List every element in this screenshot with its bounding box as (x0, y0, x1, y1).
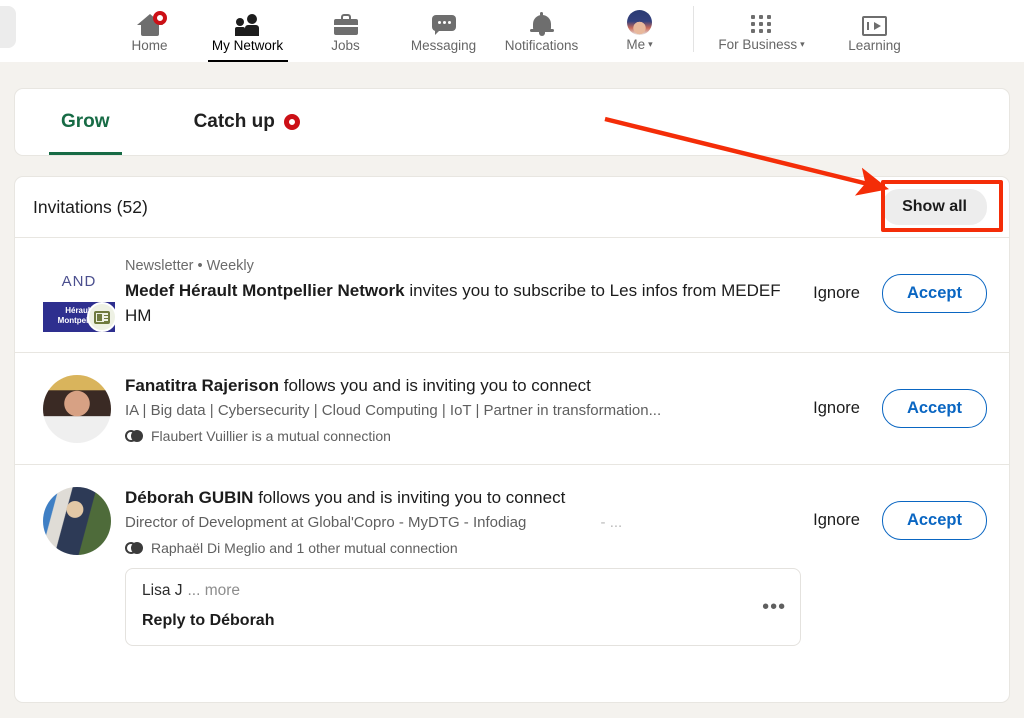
invitation-actions: Ignore Accept (811, 373, 987, 428)
nav-item-learning[interactable]: Learning (826, 0, 924, 62)
nav-label-me: Me (626, 37, 646, 52)
invitation-message: follows you and is inviting you to conne… (279, 376, 591, 395)
home-notification-badge (152, 11, 167, 25)
reply-more-link[interactable]: ... more (188, 582, 241, 599)
mutual-connections-label: Flaubert Vuillier is a mutual connection (151, 428, 391, 444)
network-icon (234, 10, 261, 36)
nav-label-for-business: For Business (718, 37, 798, 52)
mutual-connections: Flaubert Vuillier is a mutual connection (125, 428, 801, 444)
ignore-button[interactable]: Ignore (811, 278, 862, 309)
invitation-content: Fanatitra Rajerison follows you and is i… (125, 373, 811, 444)
invitation-actions: Ignore Accept (811, 485, 987, 540)
invitations-header: Invitations (52) Show all (15, 177, 1009, 238)
invitation-actions: Ignore Accept (811, 258, 987, 313)
inviter-name[interactable]: Fanatitra Rajerison (125, 376, 279, 395)
invitation-content: Newsletter • Weekly Medef Hérault Montpe… (125, 258, 811, 328)
briefcase-icon (333, 10, 358, 36)
nav-item-home[interactable]: Home (101, 0, 199, 62)
nav-item-notifications[interactable]: Notifications (493, 0, 591, 62)
reply-author-row: Lisa J ... more (142, 582, 784, 600)
reply-overflow-menu-icon[interactable]: ••• (762, 597, 786, 617)
inviter-headline: Director of Development at Global'Copro … (125, 512, 801, 533)
invitations-title: Invitations (52) (33, 196, 148, 217)
nav-label-home: Home (131, 38, 168, 53)
reply-prompt[interactable]: Reply to Déborah (142, 612, 784, 630)
invitation-headline: Fanatitra Rajerison follows you and is i… (125, 373, 801, 398)
nav-item-messaging[interactable]: Messaging (395, 0, 493, 62)
invitation-headline: Medef Hérault Montpellier Network invite… (125, 278, 801, 328)
tab-grow[interactable]: Grow (49, 89, 122, 155)
nav-label-messaging: Messaging (410, 38, 477, 53)
profile-avatar[interactable] (43, 485, 125, 555)
mutual-connections-label: Raphaël Di Meglio and 1 other mutual con… (151, 540, 458, 556)
tab-grow-label: Grow (61, 111, 110, 132)
chevron-down-icon: ▾ (648, 39, 653, 49)
nav-item-jobs[interactable]: Jobs (297, 0, 395, 62)
invitation-headline: Déborah GUBIN follows you and is invitin… (125, 485, 801, 510)
nav-label-jobs: Jobs (331, 38, 360, 53)
learning-icon (862, 10, 887, 36)
nav-item-me[interactable]: Me ▾ (591, 0, 689, 62)
nav-label-learning: Learning (848, 38, 901, 53)
invitation-row-deborah: Déborah GUBIN follows you and is invitin… (15, 465, 1009, 666)
nav-item-my-network[interactable]: My Network (199, 0, 297, 62)
invitations-card: Invitations (52) Show all AND Hérault Mo… (14, 176, 1010, 703)
newsletter-icon (87, 302, 117, 332)
network-tabs: Grow Catch up (15, 89, 1009, 155)
inviter-headline-suffix: - ... (600, 514, 623, 531)
bell-icon (529, 10, 554, 36)
profile-avatar[interactable] (43, 373, 125, 443)
tab-catch-up-label: Catch up (193, 111, 275, 132)
newsletter-name[interactable]: Medef Hérault Montpellier Network (125, 281, 405, 300)
reply-box[interactable]: Lisa J ... more Reply to Déborah ••• (125, 568, 802, 646)
ignore-button[interactable]: Ignore (811, 505, 862, 536)
mutual-connections: Raphaël Di Meglio and 1 other mutual con… (125, 540, 801, 556)
newsletter-avatar[interactable]: AND Hérault Montpellier (43, 258, 125, 332)
reply-author: Lisa J (142, 582, 183, 599)
show-all-button[interactable]: Show all (882, 189, 987, 225)
inviter-headline-text: Director of Development at Global'Copro … (125, 514, 527, 531)
search-box-stub[interactable] (0, 6, 16, 48)
nav-label-my-network: My Network (211, 38, 284, 53)
inviter-name[interactable]: Déborah GUBIN (125, 488, 253, 507)
network-tabs-card: Grow Catch up (14, 88, 1010, 156)
accept-button[interactable]: Accept (881, 501, 987, 540)
invitation-message: follows you and is inviting you to conne… (253, 488, 566, 507)
ignore-button[interactable]: Ignore (811, 393, 862, 424)
message-icon (431, 10, 456, 36)
invitation-content: Déborah GUBIN follows you and is invitin… (125, 485, 811, 646)
newsletter-meta: Newsletter • Weekly (125, 258, 254, 274)
mutual-connections-icon (125, 430, 145, 442)
inviter-headline: IA | Big data | Cybersecurity | Cloud Co… (125, 402, 662, 419)
accept-button[interactable]: Accept (881, 389, 987, 428)
chevron-down-icon: ▾ (800, 39, 805, 49)
invitation-row-fanatitra: Fanatitra Rajerison follows you and is i… (15, 353, 1009, 465)
nav-divider (692, 6, 694, 52)
catch-up-badge-icon (283, 114, 300, 130)
invitation-row-newsletter: AND Hérault Montpellier Newsletter • Wee… (15, 238, 1009, 353)
newsletter-avatar-top-text: AND (43, 260, 115, 302)
nav-primary-group: Home My Network Jobs Messaging Notificat… (101, 0, 924, 62)
grid-icon (750, 9, 773, 35)
mutual-connections-icon (125, 542, 145, 554)
avatar-icon (627, 9, 652, 35)
accept-button[interactable]: Accept (881, 274, 987, 313)
nav-label-notifications: Notifications (504, 38, 579, 53)
home-icon (136, 10, 167, 36)
nav-item-for-business[interactable]: For Business ▾ (698, 0, 826, 62)
top-navigation-bar: Home My Network Jobs Messaging Notificat… (0, 0, 1024, 62)
tab-catch-up[interactable]: Catch up (194, 89, 300, 155)
